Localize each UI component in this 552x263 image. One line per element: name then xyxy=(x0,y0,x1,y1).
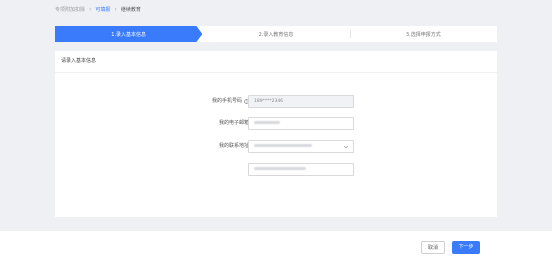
breadcrumb: 专项附加扣除 › 可填报 › 继续教育 xyxy=(55,4,141,14)
email-label: 我的电子邮箱 xyxy=(218,120,249,126)
step-3-label: 3.选择申报方式 xyxy=(405,31,441,38)
step-1-label: 1.录入基本信息 xyxy=(111,31,147,38)
address-label-wrap: 我的联系地址 xyxy=(219,140,249,153)
address-detail-redacted xyxy=(254,167,306,170)
cancel-button[interactable]: 取消 xyxy=(421,241,445,254)
footer-bar: 取消 下一步 xyxy=(0,231,552,263)
phone-label-wrap: 我的手机号码 ? xyxy=(212,95,249,108)
email-field[interactable] xyxy=(248,117,354,130)
breadcrumb-item-fillable[interactable]: 可填报 xyxy=(95,6,110,13)
chevron-down-icon xyxy=(343,145,349,149)
address-label: 我的联系地址 xyxy=(218,143,249,149)
phone-field: 189****2346 xyxy=(248,95,354,108)
chevron-right-icon: › xyxy=(89,5,92,13)
email-label-wrap: 我的电子邮箱 xyxy=(219,117,249,130)
email-row: 我的电子邮箱 xyxy=(55,117,497,130)
step-3: 3.选择申报方式 xyxy=(349,26,497,42)
address-region-redacted xyxy=(254,144,312,147)
phone-label: 我的手机号码 xyxy=(211,98,242,104)
basic-info-card: 请录入基本信息 我的手机号码 ? 189****2346 我的电子邮箱 我的联系… xyxy=(55,51,497,217)
chevron-right-icon: › xyxy=(114,5,117,13)
step-2: 2.录入教育信息 xyxy=(202,26,349,42)
step-divider xyxy=(349,30,351,38)
email-value-redacted xyxy=(254,121,280,124)
next-button[interactable]: 下一步 xyxy=(452,241,480,254)
address-detail-field[interactable] xyxy=(248,163,354,176)
step-2-label: 2.录入教育信息 xyxy=(258,31,294,38)
address-row: 我的联系地址 xyxy=(55,140,497,153)
address-detail-row xyxy=(55,163,497,176)
phone-row: 我的手机号码 ? 189****2346 xyxy=(55,95,497,108)
address-region-select[interactable] xyxy=(248,140,354,153)
step-indicator: 1.录入基本信息 2.录入教育信息 3.选择申报方式 xyxy=(55,26,497,42)
step-1: 1.录入基本信息 xyxy=(55,26,203,42)
breadcrumb-item-current: 继续教育 xyxy=(120,6,141,13)
card-title: 请录入基本信息 xyxy=(55,51,497,73)
breadcrumb-item-deductions[interactable]: 专项附加扣除 xyxy=(55,6,85,13)
